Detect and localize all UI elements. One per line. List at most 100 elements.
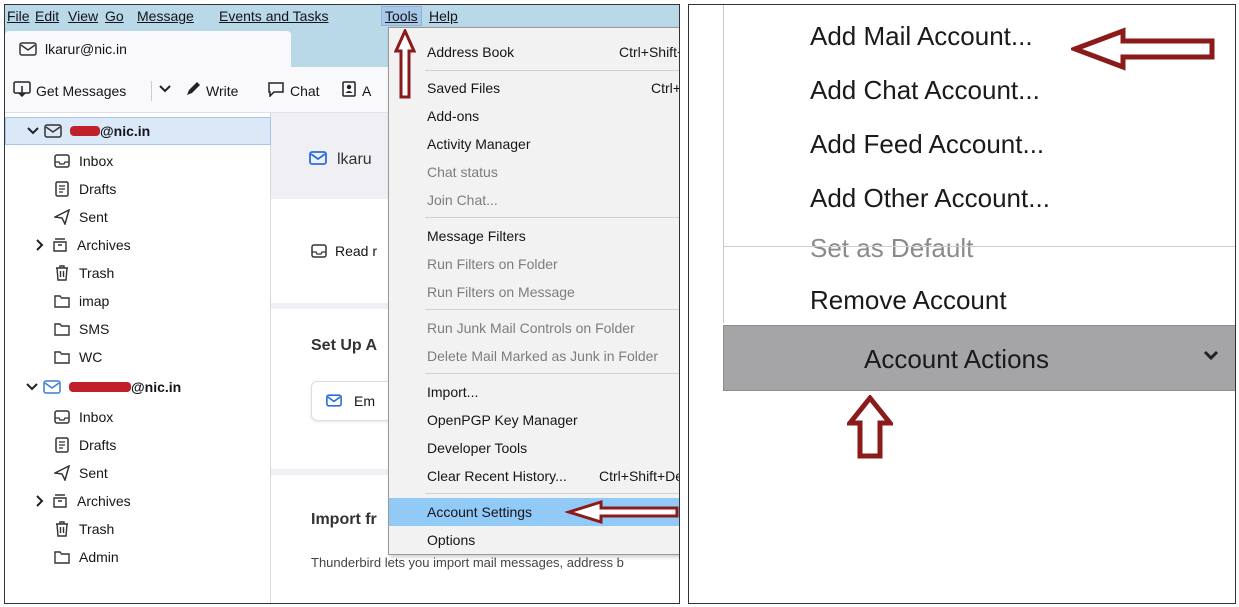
folder-icon (53, 548, 71, 566)
folder-inbox[interactable]: Inbox (5, 403, 271, 431)
menu-item-import[interactable]: Import... (389, 378, 679, 406)
chat-icon (267, 81, 285, 100)
chevron-right-icon[interactable] (33, 239, 47, 251)
menu-events-and-tasks[interactable]: Events and Tasks (219, 8, 328, 24)
address-book-icon (341, 81, 357, 100)
folder-wc[interactable]: WC (5, 343, 271, 371)
chevron-down-icon (159, 81, 171, 97)
menu-item-message-filters[interactable]: Message Filters (389, 222, 679, 250)
menu-item-label: Import... (427, 384, 479, 400)
folder-label: Sent (79, 209, 108, 225)
add-chat-account-item[interactable]: Add Chat Account... (810, 75, 1040, 106)
menu-item-activity-manager[interactable]: Activity Manager (389, 130, 679, 158)
menu-file[interactable]: File (7, 8, 30, 24)
folder-label: SMS (79, 321, 110, 337)
chevron-down-icon[interactable] (25, 382, 39, 392)
folder-label: Admin (79, 549, 119, 565)
menu-item-label: Options (427, 532, 476, 548)
folder-archives[interactable]: Archives (5, 487, 271, 515)
menu-item-label: Run Filters on Message (427, 284, 575, 300)
folder-inbox[interactable]: Inbox (5, 147, 271, 175)
menu-item-label: Developer Tools (427, 440, 528, 456)
write-button[interactable]: Write (185, 81, 238, 100)
menu-item-address-book[interactable]: Address Book Ctrl+Shift+ (389, 38, 679, 66)
account-actions-label: Account Actions (864, 344, 1049, 374)
menu-view[interactable]: View (68, 8, 98, 24)
folder-pane: @nic.in Inbox Drafts Sent Archives Trash… (5, 113, 271, 603)
folder-archives[interactable]: Archives (5, 231, 271, 259)
menu-item-chat-status: Chat status (389, 158, 679, 186)
account-name: @nic.in (100, 123, 151, 139)
import-description: Thunderbird lets you import mail message… (311, 555, 624, 570)
menu-separator (425, 70, 679, 71)
get-messages-button[interactable]: Get Messages (13, 81, 126, 100)
menu-item-run-filters-folder: Run Filters on Folder (389, 250, 679, 278)
folder-drafts[interactable]: Drafts (5, 431, 271, 459)
folder-sent[interactable]: Sent (5, 203, 271, 231)
folder-sent[interactable]: Sent (5, 459, 271, 487)
menu-message[interactable]: Message (137, 8, 194, 24)
folder-admin[interactable]: Admin (5, 543, 271, 571)
folder-label: Inbox (79, 153, 114, 169)
address-book-button[interactable]: A (341, 81, 371, 100)
folder-label: imap (79, 293, 110, 309)
folder-trash[interactable]: Trash (5, 259, 271, 287)
folder-trash[interactable]: Trash (5, 515, 271, 543)
chevron-right-icon[interactable] (33, 495, 47, 507)
folder-label: Drafts (79, 437, 117, 453)
folder-label: Sent (79, 465, 108, 481)
menu-item-label: Account Settings (427, 504, 533, 520)
import-heading: Import fr (311, 511, 377, 528)
read-messages-link[interactable]: Read r (335, 243, 377, 259)
add-mail-account-item[interactable]: Add Mail Account... (810, 21, 1033, 52)
redaction-mark (69, 382, 131, 392)
chevron-down-icon[interactable] (26, 126, 40, 136)
menu-help[interactable]: Help (429, 8, 458, 24)
account-actions-button[interactable]: Account Actions (723, 325, 1235, 391)
menu-item-shortcut: Ctrl+ (651, 80, 680, 96)
menu-separator (425, 217, 679, 218)
folder-imap[interactable]: imap (5, 287, 271, 315)
annotation-left-arrow (1071, 27, 1215, 71)
menu-item-openpgp-key-manager[interactable]: OpenPGP Key Manager (389, 406, 679, 434)
menu-separator (425, 373, 679, 374)
remove-account-item[interactable]: Remove Account (810, 285, 1007, 316)
chat-label: Chat (290, 82, 320, 99)
menu-item-label: Message Filters (427, 228, 526, 244)
account-row[interactable]: @nic.in (5, 373, 271, 401)
add-other-account-item[interactable]: Add Other Account... (810, 183, 1050, 214)
menu-item-options[interactable]: Options (389, 526, 679, 554)
menu-item-label: OpenPGP Key Manager (427, 412, 578, 428)
annotation-up-arrow (394, 29, 416, 99)
menu-item-run-junk-controls: Run Junk Mail Controls on Folder (389, 314, 679, 342)
menu-bar: File Edit View Go Message Events and Tas… (5, 5, 679, 27)
menu-item-label: Add-ons (427, 108, 480, 124)
folder-drafts[interactable]: Drafts (5, 175, 271, 203)
tab-label: lkarur@nic.in (45, 41, 127, 57)
tools-menu: Address Book Ctrl+Shift+ Saved Files Ctrl+… (388, 27, 680, 555)
get-messages-dropdown[interactable] (159, 81, 171, 97)
drafts-icon (53, 436, 71, 454)
menu-item-label: Join Chat... (427, 192, 498, 208)
folder-sms[interactable]: SMS (5, 315, 271, 343)
add-feed-account-item[interactable]: Add Feed Account... (810, 129, 1044, 160)
folder-label: Drafts (79, 181, 117, 197)
folder-icon (53, 320, 71, 338)
menu-item-developer-tools[interactable]: Developer Tools (389, 434, 679, 462)
chat-button[interactable]: Chat (267, 81, 320, 100)
menu-item-clear-recent-history[interactable]: Clear Recent History... Ctrl+Shift+De (389, 462, 679, 490)
mail-icon (309, 151, 327, 168)
account-row[interactable]: @nic.in (5, 117, 271, 145)
sent-icon (53, 464, 71, 482)
menu-item-run-filters-message: Run Filters on Message (389, 278, 679, 306)
menu-go[interactable]: Go (105, 8, 124, 24)
mail-icon (326, 394, 342, 410)
get-messages-icon (13, 81, 31, 100)
tab-mail[interactable]: lkarur@nic.in (5, 31, 291, 67)
menu-item-add-ons[interactable]: Add-ons (389, 102, 679, 130)
menu-tools[interactable]: Tools (381, 6, 422, 26)
menu-edit[interactable]: Edit (35, 8, 59, 24)
menu-item-label: Address Book (427, 44, 515, 60)
menu-item-saved-files[interactable]: Saved Files Ctrl+ (389, 74, 680, 102)
chevron-down-icon (1203, 348, 1219, 366)
